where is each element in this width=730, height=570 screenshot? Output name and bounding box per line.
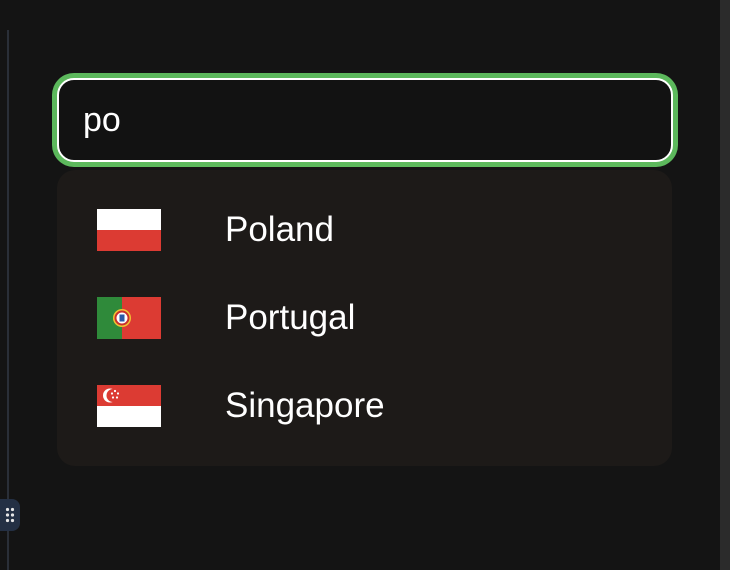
search-input[interactable] (83, 100, 671, 140)
option-poland[interactable]: Poland (57, 186, 672, 274)
left-rail-divider (7, 30, 9, 570)
country-dropdown-list: Poland Portugal Singapore (57, 170, 672, 466)
combobox-demo: Poland Portugal (0, 0, 730, 570)
search-field[interactable] (57, 78, 673, 162)
drag-handle-icon[interactable] (0, 499, 20, 531)
singapore-flag-icon (97, 385, 161, 427)
poland-flag-icon (97, 209, 161, 251)
option-label: Poland (225, 210, 334, 249)
option-singapore[interactable]: Singapore (57, 362, 672, 450)
scrollbar[interactable] (720, 0, 730, 570)
option-label: Singapore (225, 386, 385, 425)
search-focus-ring (52, 73, 678, 167)
option-label: Portugal (225, 298, 356, 337)
option-portugal[interactable]: Portugal (57, 274, 672, 362)
portugal-flag-icon (97, 297, 161, 339)
